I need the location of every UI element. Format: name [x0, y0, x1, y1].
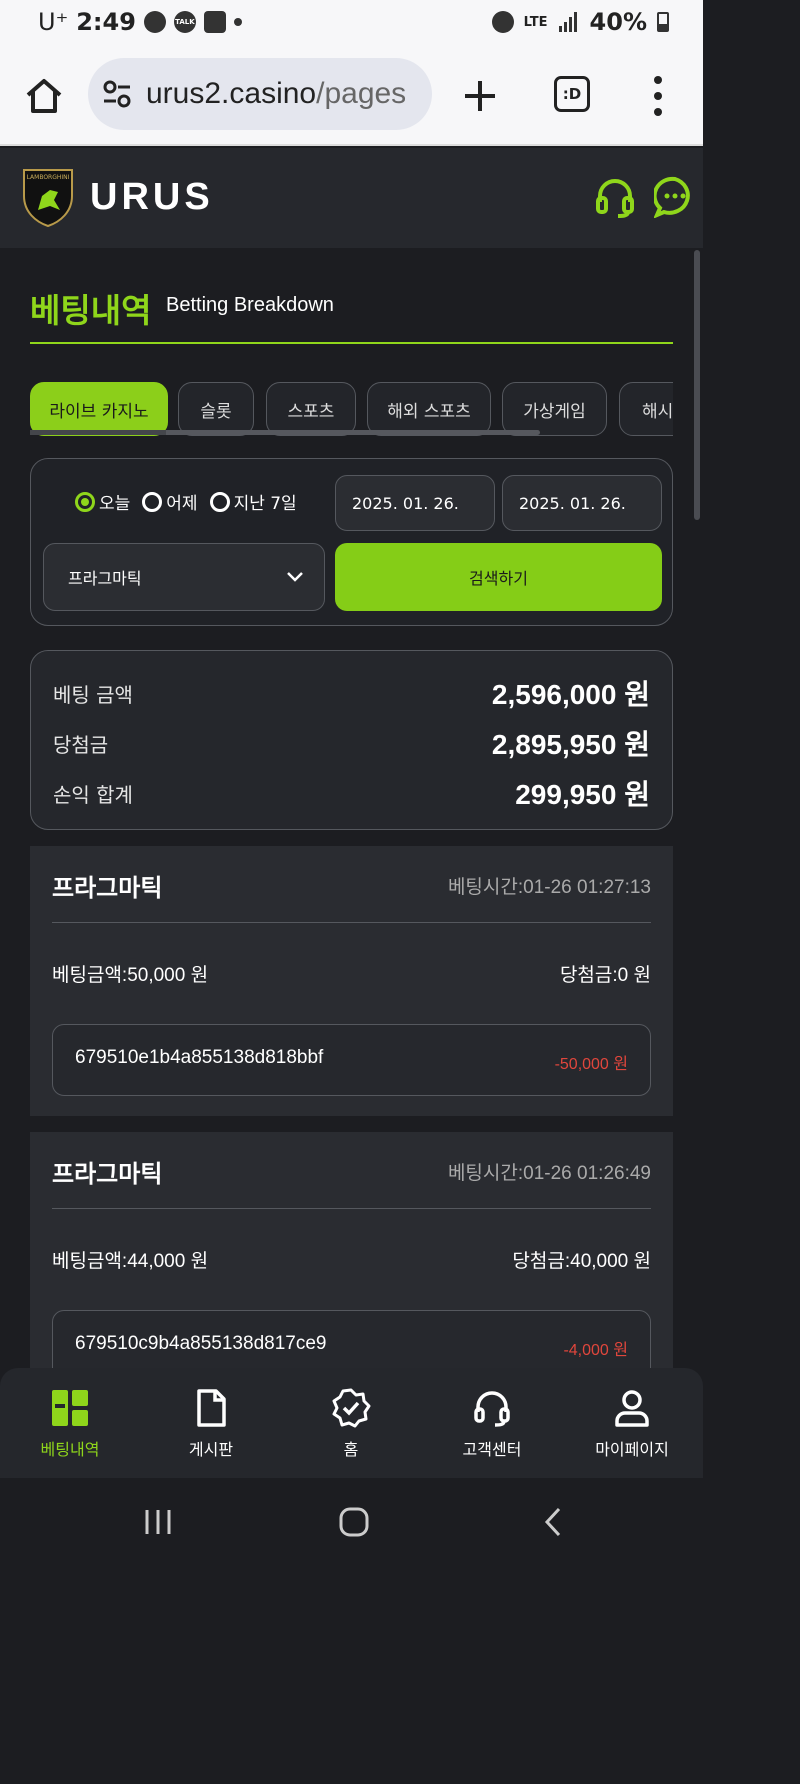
new-tab-icon[interactable]: [462, 78, 498, 114]
browser-toolbar: urus2.casino/pages :D: [0, 48, 703, 146]
main-content: 베팅내역 Betting Breakdown 라이브 카지노 슬롯 스포츠 해외…: [0, 248, 703, 1368]
user-icon: [615, 1390, 649, 1427]
headset-icon[interactable]: [594, 176, 636, 218]
status-bar: U⁺ 2:49 TALK LTE 40%: [0, 0, 703, 48]
chat-icon[interactable]: [654, 176, 696, 218]
page-scrollbar[interactable]: [694, 250, 700, 520]
browser-menu-icon[interactable]: [650, 76, 666, 116]
tab-switcher-button[interactable]: :D: [554, 76, 590, 112]
radio-today[interactable]: 오늘: [75, 489, 130, 514]
site-settings-icon[interactable]: [102, 79, 132, 109]
tab-slot[interactable]: 슬롯: [178, 382, 254, 436]
date-range-radios: 오늘 어제 지난 7일: [75, 489, 297, 514]
bet-id-box: 679510e1b4a855138d818bbf -50,000 원: [52, 1024, 651, 1096]
signal-icon: [558, 12, 577, 32]
bet-time: 베팅시간:01-26 01:27:13: [447, 877, 651, 898]
battery-percent: 40%: [589, 8, 647, 36]
nav-home[interactable]: 홈: [291, 1388, 411, 1460]
lamborghini-logo[interactable]: LAMBORGHINI: [20, 166, 76, 228]
bet-amount: 베팅금액:44,000 원: [52, 1251, 209, 1272]
tab-virtual-game[interactable]: 가상게임: [502, 382, 607, 436]
svg-text:LAMBORGHINI: LAMBORGHINI: [27, 174, 70, 181]
betting-history-icon: [52, 1390, 88, 1426]
network-label: LTE: [523, 14, 548, 30]
summary-bet-row: 베팅 금액 2,596,000 원: [53, 673, 650, 713]
tab-sports[interactable]: 스포츠: [266, 382, 356, 436]
chevron-down-icon: [287, 572, 303, 582]
bet-game-name: 프라그마틱: [52, 874, 163, 902]
home-button-icon[interactable]: [338, 1506, 370, 1538]
nav-customer-center[interactable]: 고객센터: [432, 1388, 552, 1460]
bet-id: 679510c9b4a855138d817ce9: [75, 1333, 327, 1354]
radio-yesterday[interactable]: 어제: [142, 489, 198, 514]
kakaotalk-icon: TALK: [173, 11, 196, 33]
date-to-field[interactable]: 2025. 01. 26.: [502, 475, 662, 531]
page-subtitle: Betting Breakdown: [166, 294, 334, 316]
document-icon: [197, 1389, 226, 1427]
radio-last-7-days[interactable]: 지난 7일: [209, 489, 297, 514]
recent-apps-icon[interactable]: [142, 1506, 174, 1538]
badge-check-icon: [332, 1388, 371, 1428]
alarm-icon: [491, 11, 514, 33]
system-navigation-bar: [0, 1478, 703, 1568]
more-notifications-icon: [233, 18, 242, 26]
nav-my-page[interactable]: 마이페이지: [572, 1388, 692, 1460]
tab-live-casino[interactable]: 라이브 카지노: [30, 382, 168, 436]
status-time: 2:49: [76, 8, 136, 36]
bottom-navigation: 베팅내역 게시판 홈 고객센터 마이페이지: [0, 1368, 703, 1478]
message-icon: [143, 11, 166, 33]
bet-amount: 베팅금액:50,000 원: [52, 965, 209, 986]
battery-icon: [657, 12, 669, 32]
summary-card: 베팅 금액 2,596,000 원 당첨금 2,895,950 원 손익 합계 …: [30, 650, 673, 830]
tab-scrollbar[interactable]: [30, 430, 540, 435]
tab-overseas-sports[interactable]: 해외 스포츠: [367, 382, 491, 436]
page-title: 베팅내역: [30, 291, 152, 330]
address-bar[interactable]: urus2.casino/pages: [88, 58, 432, 130]
title-divider: [30, 342, 673, 344]
summary-pl-value: 299,950 원: [515, 779, 650, 810]
summary-pl-row: 손익 합계 299,950 원: [53, 773, 650, 813]
bet-time: 베팅시간:01-26 01:26:49: [447, 1163, 651, 1184]
summary-win-row: 당첨금 2,895,950 원: [53, 723, 650, 763]
divider: [52, 922, 651, 923]
search-button[interactable]: 검색하기: [335, 543, 662, 611]
summary-bet-value: 2,596,000 원: [491, 679, 650, 710]
divider: [52, 1208, 651, 1209]
back-icon[interactable]: [538, 1506, 570, 1538]
headset-icon: [474, 1391, 510, 1427]
brand-name[interactable]: URUS: [90, 176, 214, 219]
bet-id-box: 679510c9b4a855138d817ce9 -4,000 원: [52, 1310, 651, 1368]
bet-win: 당첨금:40,000 원: [512, 1251, 651, 1272]
summary-win-value: 2,895,950 원: [491, 729, 650, 760]
site-header: LAMBORGHINI URUS: [0, 148, 703, 248]
category-tabs: 라이브 카지노 슬롯 스포츠 해외 스포츠 가상게임 해시: [30, 382, 673, 436]
bet-record-card[interactable]: 프라그마틱 베팅시간:01-26 01:26:49 베팅금액:44,000 원 …: [30, 1132, 673, 1368]
date-from-field[interactable]: 2025. 01. 26.: [335, 475, 495, 531]
nav-betting-history[interactable]: 베팅내역: [10, 1388, 130, 1460]
nav-board[interactable]: 게시판: [151, 1388, 271, 1460]
carrier-label: U⁺: [38, 8, 69, 36]
bet-win: 당첨금:0 원: [559, 965, 651, 986]
bet-profit-loss: -4,000 원: [563, 1342, 628, 1359]
provider-select[interactable]: 프라그마틱: [43, 543, 325, 611]
bet-id: 679510e1b4a855138d818bbf: [75, 1047, 324, 1068]
bet-game-name: 프라그마틱: [52, 1160, 163, 1188]
bet-record-card[interactable]: 프라그마틱 베팅시간:01-26 01:27:13 베팅금액:50,000 원 …: [30, 846, 673, 1116]
filter-panel: 오늘 어제 지난 7일 2025. 01. 26. 2025. 01. 26. …: [30, 458, 673, 626]
url-text: urus2.casino/pages: [146, 77, 407, 110]
home-icon[interactable]: [24, 78, 64, 114]
bet-profit-loss: -50,000 원: [554, 1056, 628, 1073]
tab-hash[interactable]: 해시: [619, 382, 673, 436]
gallery-icon: [203, 11, 226, 33]
